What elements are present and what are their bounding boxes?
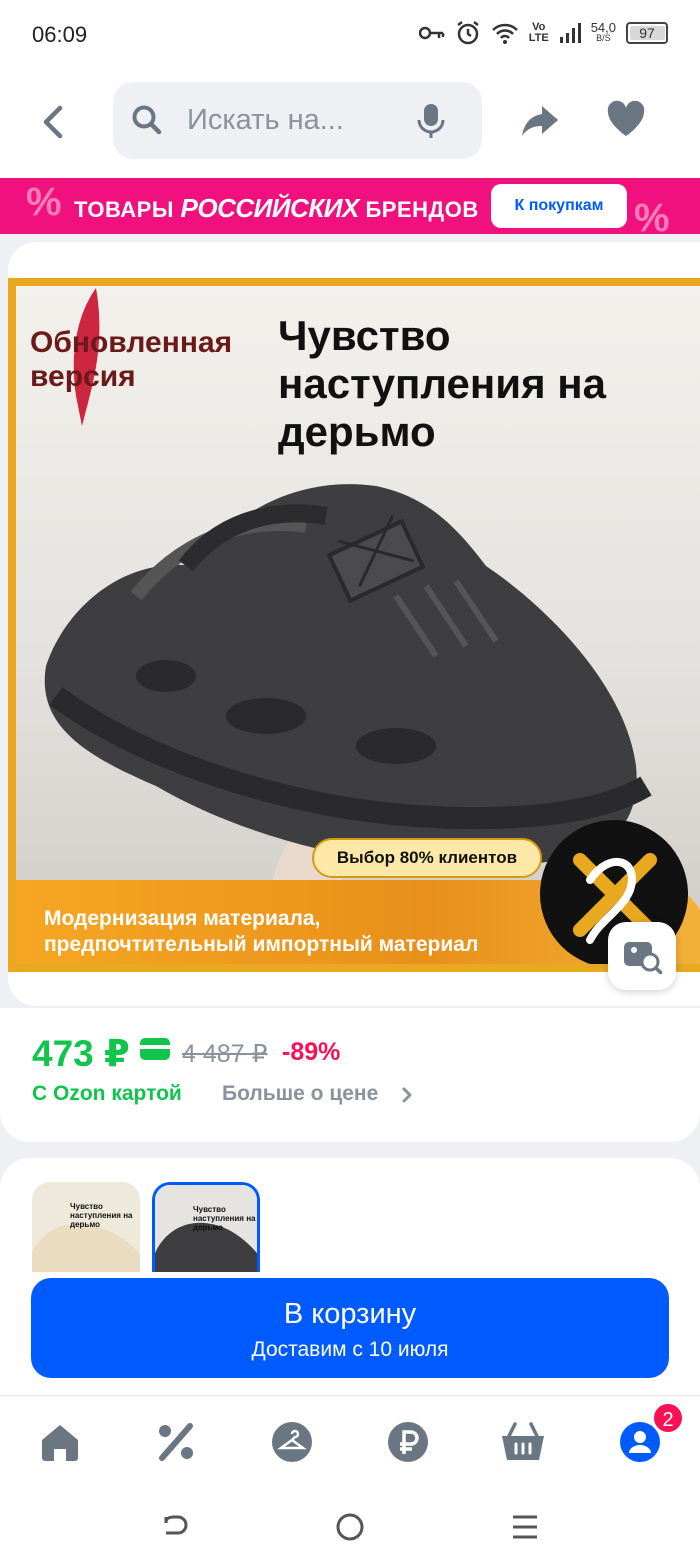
image-search-icon <box>624 942 662 974</box>
menu-icon[interactable] <box>510 1511 540 1543</box>
discount-icon <box>159 1423 193 1461</box>
variant-caption: Чувство наступления на дерьмо <box>193 1205 256 1232</box>
variant-thumbnail[interactable]: Чувство наступления на дерьмо <box>32 1182 140 1272</box>
add-to-cart-label: В корзину <box>283 1298 417 1330</box>
promo-text: ТОВАРЫ РОССИЙСКИХ БРЕНДОВ <box>74 193 479 224</box>
ruble-icon <box>388 1422 428 1462</box>
product-image[interactable]: Обновленная версия Чувство наступления н… <box>8 278 700 972</box>
nav-finance[interactable] <box>386 1420 430 1464</box>
product-gallery[interactable]: Обновленная версия Чувство наступления н… <box>8 242 700 1006</box>
status-icons: Vo LTE 54,0 B/S 97 <box>418 20 668 46</box>
image-badge: Обновленная версия <box>30 326 233 393</box>
microphone-icon[interactable] <box>413 102 449 140</box>
price-card: 473 ₽ 4 487 ₽ -89% С Ozon картой Больше … <box>0 1008 700 1142</box>
promo-banner[interactable]: % % ТОВАРЫ РОССИЙСКИХ БРЕНДОВ К покупкам <box>0 178 700 234</box>
net-speed-value: 54,0 <box>590 20 616 35</box>
ozon-card-label: С Ozon картой <box>32 1082 182 1105</box>
net-speed: 54,0 B/S <box>590 20 616 44</box>
share-button[interactable] <box>520 100 560 145</box>
search-icon <box>132 105 162 135</box>
status-bar: 06:09 Vo LTE 54,0 B/S 97 <box>0 0 700 70</box>
back-icon[interactable] <box>160 1511 190 1543</box>
chevron-right-icon[interactable] <box>400 1086 414 1104</box>
variant-caption: Чувство наступления на дерьмо <box>70 1202 133 1229</box>
promo-text-suffix: БРЕНДОВ <box>365 197 479 222</box>
heart-icon <box>607 100 645 136</box>
profile-notification-badge: 2 <box>652 1402 684 1434</box>
back-button[interactable] <box>34 102 74 142</box>
ozon-card-icon <box>140 1038 170 1060</box>
more-about-price-link[interactable]: Больше о цене <box>222 1082 378 1106</box>
nav-discounts[interactable] <box>154 1420 198 1464</box>
promo-shop-button[interactable]: К покупкам <box>491 184 627 228</box>
share-icon <box>522 106 558 136</box>
back-arrow-icon <box>43 105 63 139</box>
catalog-icon <box>272 1422 312 1462</box>
image-choice-badge: Выбор 80% клиентов <box>312 838 542 878</box>
nav-home[interactable] <box>38 1420 82 1464</box>
price-discount: -89% <box>282 1038 341 1066</box>
favorite-button[interactable] <box>606 100 646 143</box>
key-icon <box>418 26 444 40</box>
delivery-date: Доставим с 10 июля <box>251 1338 449 1361</box>
signal-icon <box>559 23 581 43</box>
alarm-icon <box>456 21 479 45</box>
search-placeholder: Искать на... <box>187 104 344 136</box>
price-old: 4 487 ₽ <box>182 1040 268 1068</box>
network-type: Vo LTE <box>528 21 549 44</box>
home-icon <box>42 1425 78 1461</box>
promo-text-highlight: РОССИЙСКИХ <box>180 193 360 223</box>
promo-text-prefix: ТОВАРЫ <box>74 197 174 222</box>
wifi-icon <box>491 23 518 44</box>
battery-level: 97 <box>639 25 655 41</box>
add-to-cart-button[interactable]: В корзину Доставим с 10 июля <box>31 1278 669 1378</box>
system-navigation <box>0 1489 700 1567</box>
price-current: 473 ₽ <box>32 1033 130 1074</box>
battery-indicator: 97 <box>626 22 668 44</box>
percent-decor-icon: % <box>26 180 62 224</box>
nav-catalog[interactable] <box>270 1420 314 1464</box>
search-input[interactable]: Искать на... <box>113 82 482 159</box>
cart-icon <box>502 1422 544 1460</box>
status-time: 06:09 <box>32 22 88 47</box>
percent-decor-icon: % <box>634 196 670 234</box>
image-caption: Модернизация материала, предпочтительный… <box>44 907 479 956</box>
variant-thumbnail-selected[interactable]: Чувство наступления на дерьмо <box>152 1182 260 1272</box>
visual-search-button[interactable] <box>608 922 676 990</box>
bottom-navigation <box>0 1395 700 1489</box>
home-circle-icon[interactable] <box>334 1511 366 1543</box>
header: Искать на... <box>0 70 700 178</box>
nav-cart[interactable] <box>500 1420 544 1464</box>
